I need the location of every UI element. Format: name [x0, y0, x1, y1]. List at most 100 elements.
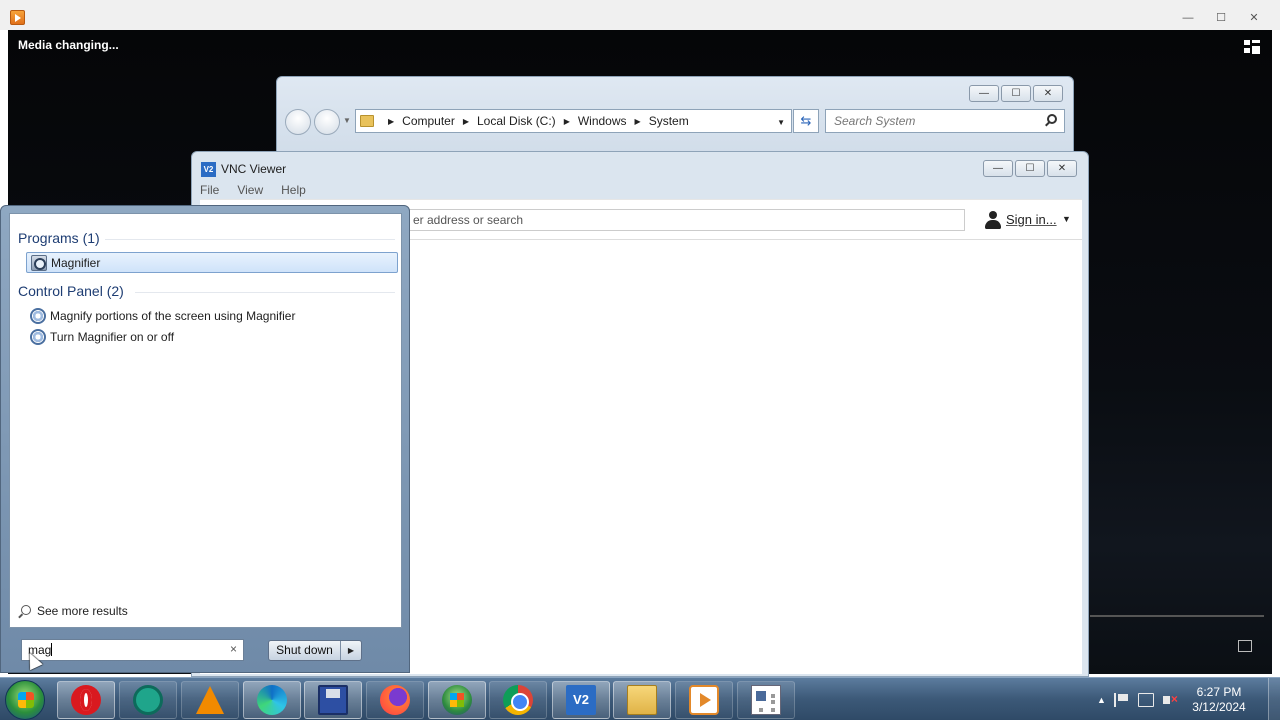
start-search-input[interactable]: mag ×	[21, 639, 244, 661]
expand-icon[interactable]	[1238, 640, 1252, 652]
search-icon	[18, 604, 31, 618]
breadcrumb-system[interactable]: System	[649, 114, 689, 128]
maximize-button[interactable]: ☐	[1015, 160, 1045, 177]
start-button[interactable]	[5, 680, 45, 720]
user-icon[interactable]	[985, 211, 1001, 229]
minimize-button[interactable]: —	[969, 85, 999, 102]
maximize-button[interactable]: ☐	[1001, 85, 1031, 102]
vnc-app-icon: V2	[201, 162, 216, 177]
minimize-button[interactable]: —	[1178, 11, 1198, 25]
edge-icon	[257, 685, 287, 715]
address-search-input[interactable]: er address or search	[400, 209, 965, 231]
breadcrumb-separator-icon[interactable]: ▶	[564, 117, 570, 126]
taskbar-chrome[interactable]	[489, 681, 547, 719]
chevron-down-icon[interactable]: ▼	[1062, 214, 1071, 224]
breadcrumb-local-disk[interactable]: Local Disk (C:)	[477, 114, 556, 128]
media-player-icon	[689, 685, 719, 715]
taskbar-chat-app[interactable]	[119, 681, 177, 719]
media-player-app-icon	[10, 10, 25, 25]
opera-icon	[71, 685, 101, 715]
folder-icon	[360, 115, 374, 127]
search-results-panel: Programs (1) Magnifier Control Panel (2)…	[9, 213, 402, 628]
search-icon[interactable]	[1047, 114, 1057, 124]
vnc-window-controls: — ☐ ✕	[983, 160, 1077, 177]
chrome-icon	[503, 685, 533, 715]
network-icon[interactable]	[1137, 692, 1154, 707]
result-label: Magnifier	[51, 255, 101, 270]
result-magnifier[interactable]: Magnifier	[26, 252, 398, 273]
clock-time: 6:27 PM	[1196, 685, 1242, 699]
address-bar[interactable]: ▶ Computer ▶ Local Disk (C:) ▶ Windows ▶…	[355, 109, 792, 133]
menu-bar: File View Help	[198, 183, 308, 197]
minimize-button[interactable]: —	[983, 160, 1013, 177]
taskbar-windows-app[interactable]	[428, 681, 486, 719]
show-hidden-icons-icon[interactable]: ▲	[1097, 695, 1106, 705]
control-panel-group-header: Control Panel (2)	[18, 283, 124, 299]
forward-button[interactable]	[314, 109, 340, 135]
taskbar-edge[interactable]	[243, 681, 301, 719]
menu-file[interactable]: File	[198, 183, 221, 197]
chevron-down-icon[interactable]: ▼	[777, 118, 785, 127]
window-title: VNC Viewer	[221, 162, 287, 176]
sign-in-link[interactable]: Sign in...	[1006, 212, 1057, 227]
breadcrumb-separator-icon[interactable]: ▶	[463, 117, 469, 126]
divider	[135, 292, 395, 293]
vnc-viewer-icon: V2	[566, 685, 596, 715]
taskbar-vlc[interactable]	[181, 681, 239, 719]
breadcrumb-separator-icon[interactable]: ▶	[635, 117, 641, 126]
close-button[interactable]: ✕	[1244, 11, 1264, 25]
shutdown-button-group: Shut down ▶	[268, 640, 362, 661]
show-desktop-button[interactable]	[1268, 678, 1280, 720]
start-menu: Programs (1) Magnifier Control Panel (2)…	[0, 205, 410, 673]
breadcrumb-separator-icon[interactable]: ▶	[388, 117, 394, 126]
explorer-window-controls: — ☐ ✕	[969, 85, 1063, 102]
magnifier-icon	[31, 254, 47, 271]
back-button[interactable]	[285, 109, 311, 135]
taskbar-opera[interactable]	[57, 681, 115, 719]
system-tray: ▲	[1097, 678, 1178, 720]
taskbar-news-app[interactable]	[737, 681, 795, 719]
see-more-results-link[interactable]: See more results	[18, 604, 128, 618]
text-caret	[51, 643, 53, 656]
breadcrumb-windows[interactable]: Windows	[578, 114, 627, 128]
result-label: Magnify portions of the screen using Mag…	[50, 308, 296, 323]
action-center-flag-icon[interactable]	[1113, 692, 1130, 707]
firefox-icon	[380, 685, 410, 715]
navigation-buttons	[285, 109, 340, 135]
vlc-icon	[196, 686, 224, 714]
divider	[105, 239, 395, 240]
close-button[interactable]: ✕	[1047, 160, 1077, 177]
result-turn-magnifier[interactable]: Turn Magnifier on or off	[26, 326, 398, 347]
close-button[interactable]: ✕	[1033, 85, 1063, 102]
taskbar-vnc-viewer[interactable]: V2	[552, 681, 610, 719]
chevron-down-icon[interactable]: ▼	[343, 116, 351, 125]
result-label: Turn Magnifier on or off	[50, 329, 175, 344]
taskbar: V2 ▲ 6:27 PM 3/12/2024	[0, 677, 1280, 720]
taskbar-file-explorer[interactable]	[613, 681, 671, 719]
ease-of-access-icon	[30, 328, 46, 345]
maximize-button[interactable]: ☐	[1211, 11, 1231, 25]
menu-help[interactable]: Help	[279, 183, 308, 197]
shutdown-button[interactable]: Shut down	[269, 641, 341, 660]
windows-logo-icon	[442, 685, 472, 715]
taskbar-media-player[interactable]	[675, 681, 733, 719]
ease-of-access-icon	[30, 307, 46, 324]
seek-bar[interactable]	[1090, 615, 1264, 617]
result-magnify-portions[interactable]: Magnify portions of the screen using Mag…	[26, 305, 398, 326]
breadcrumb-computer[interactable]: Computer	[402, 114, 455, 128]
taskbar-floppy[interactable]	[304, 681, 362, 719]
programs-group-header: Programs (1)	[18, 230, 100, 246]
clock-date: 3/12/2024	[1192, 700, 1246, 714]
media-player-titlebar[interactable]: — ☐ ✕	[0, 0, 1280, 30]
taskbar-firefox[interactable]	[366, 681, 424, 719]
chat-app-icon	[133, 685, 163, 715]
refresh-button[interactable]: ⇆	[793, 109, 819, 133]
menu-view[interactable]: View	[235, 183, 265, 197]
explorer-search-input[interactable]: Search System	[825, 109, 1065, 133]
clear-icon[interactable]: ×	[230, 642, 237, 656]
grid-view-icon[interactable]	[1244, 40, 1260, 54]
news-icon	[751, 685, 781, 715]
shutdown-options-arrow-icon[interactable]: ▶	[341, 641, 361, 660]
floppy-disk-icon	[318, 685, 348, 715]
taskbar-clock[interactable]: 6:27 PM 3/12/2024	[1174, 685, 1264, 715]
